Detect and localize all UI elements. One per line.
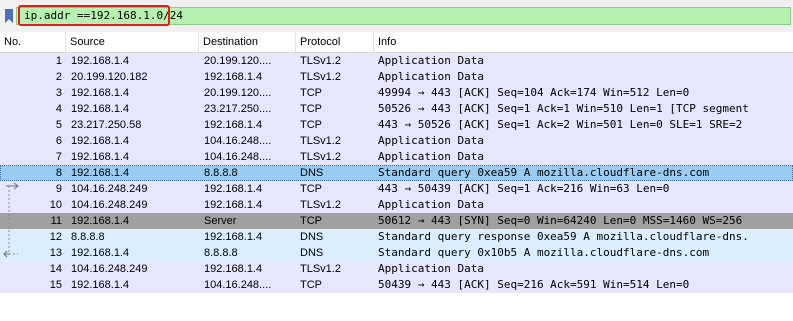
- packet-no: 7: [55, 151, 62, 163]
- packet-info: Standard query 0x10b5 A mozilla.cloudfla…: [378, 246, 710, 259]
- packet-destination: Server: [204, 215, 237, 227]
- packet-destination: 104.16.248....: [204, 279, 272, 291]
- packet-no: 6: [55, 135, 62, 147]
- packet-row[interactable]: 2 20.199.120.182 192.168.1.4 TLSv1.2 Applica…: [0, 69, 793, 85]
- packet-protocol: TLSv1.2: [300, 263, 341, 275]
- packet-destination: 192.168.1.4: [204, 119, 263, 131]
- packet-row[interactable]: 13 192.168.1.4 8.8.8.8 DNS Standard query 0x…: [0, 245, 793, 261]
- column-header-source[interactable]: Source: [66, 32, 199, 52]
- filter-highlight-box: [18, 5, 170, 26]
- packet-destination: 23.217.250....: [204, 103, 272, 115]
- packet-row[interactable]: 12 8.8.8.8 192.168.1.4 DNS Standard query re…: [0, 229, 793, 245]
- packet-destination: 192.168.1.4: [204, 231, 263, 243]
- packet-info: 443 → 50439 [ACK] Seq=1 Ack=216 Win=63 L…: [378, 182, 670, 195]
- packet-info: 50612 → 443 [SYN] Seq=0 Win=64240 Len=0 …: [378, 214, 743, 227]
- packet-protocol: TCP: [300, 87, 322, 99]
- packet-destination: 192.168.1.4: [204, 199, 263, 211]
- column-header-protocol[interactable]: Protocol: [296, 32, 374, 52]
- packet-source: 192.168.1.4: [71, 279, 130, 291]
- packet-protocol: DNS: [300, 247, 324, 259]
- packet-row[interactable]: 3 192.168.1.4 20.199.120.... TCP 49994 → 443…: [0, 85, 793, 101]
- packet-source: 192.168.1.4: [71, 103, 130, 115]
- packet-info: 50439 → 443 [ACK] Seq=216 Ack=591 Win=51…: [378, 278, 690, 291]
- column-header-destination[interactable]: Destination: [199, 32, 296, 52]
- packet-destination: 104.16.248....: [204, 151, 272, 163]
- packet-source: 8.8.8.8: [71, 231, 105, 243]
- packet-no: 5: [55, 119, 62, 131]
- packet-protocol: TCP: [300, 279, 322, 291]
- packet-info: Application Data: [378, 198, 484, 211]
- packet-source: 104.16.248.249: [71, 199, 148, 211]
- packet-info: 443 → 50526 [ACK] Seq=1 Ack=2 Win=501 Le…: [378, 118, 743, 131]
- packet-row[interactable]: 14 104.16.248.249 192.168.1.4 TLSv1.2 Applic…: [0, 261, 793, 277]
- packet-info: Application Data: [378, 262, 484, 275]
- packet-row[interactable]: 11 192.168.1.4 Server TCP 50612 → 443 [SYN] …: [0, 213, 793, 229]
- packet-row[interactable]: 5 23.217.250.58 192.168.1.4 TCP 443 → 50526 …: [0, 117, 793, 133]
- packet-row[interactable]: 9 104.16.248.249 192.168.1.4 TCP 443 → 50439…: [0, 181, 793, 197]
- packet-source: 192.168.1.4: [71, 215, 130, 227]
- packet-info: Application Data: [378, 70, 484, 83]
- packet-no: 15: [49, 279, 62, 291]
- packet-row[interactable]: 1 192.168.1.4 20.199.120.... TLSv1.2 Applica…: [0, 53, 793, 69]
- packet-destination: 8.8.8.8: [204, 247, 238, 259]
- bookmark-icon[interactable]: [5, 9, 13, 23]
- packet-destination: 20.199.120....: [204, 87, 272, 99]
- packet-info: 49994 → 443 [ACK] Seq=104 Ack=174 Win=51…: [378, 86, 690, 99]
- packet-no: 2: [55, 71, 62, 83]
- packet-row[interactable]: 15 192.168.1.4 104.16.248.... TCP 50439 → 44…: [0, 277, 793, 293]
- packet-protocol: TCP: [300, 215, 322, 227]
- packet-row[interactable]: 7 192.168.1.4 104.16.248.... TLSv1.2 Applica…: [0, 149, 793, 165]
- packet-source: 192.168.1.4: [71, 247, 130, 259]
- packet-row[interactable]: 4 192.168.1.4 23.217.250.... TCP 50526 → 443…: [0, 101, 793, 117]
- packet-destination: 192.168.1.4: [204, 71, 263, 83]
- packet-source: 104.16.248.249: [71, 183, 148, 195]
- packet-info: Application Data: [378, 54, 484, 67]
- packet-source: 23.217.250.58: [71, 119, 142, 131]
- packet-no: 3: [55, 87, 62, 99]
- packet-destination: 104.16.248....: [204, 135, 272, 147]
- packet-info: 50526 → 443 [ACK] Seq=1 Ack=1 Win=510 Le…: [378, 102, 749, 115]
- packet-info: Application Data: [378, 134, 484, 147]
- packet-protocol: TCP: [300, 183, 322, 195]
- packet-protocol: TLSv1.2: [300, 151, 341, 163]
- packet-protocol: TLSv1.2: [300, 55, 341, 67]
- packet-source: 20.199.120.182: [71, 71, 148, 83]
- packet-info: Standard query 0xea59 A mozilla.cloudfla…: [378, 166, 710, 179]
- packet-protocol: TLSv1.2: [300, 71, 341, 83]
- packet-protocol: TLSv1.2: [300, 199, 341, 211]
- packet-protocol: TCP: [300, 103, 322, 115]
- packet-no: 1: [55, 55, 62, 67]
- packet-row[interactable]: 10 104.16.248.249 192.168.1.4 TLSv1.2 Applic…: [0, 197, 793, 213]
- display-filter-toolbar: ip.addr ==192.168.1.0/24: [0, 0, 793, 33]
- packet-destination: 8.8.8.8: [204, 167, 238, 179]
- packet-source: 192.168.1.4: [71, 167, 130, 179]
- packet-protocol: TLSv1.2: [300, 135, 341, 147]
- packet-protocol: DNS: [300, 231, 324, 243]
- packet-destination: 192.168.1.4: [204, 263, 263, 275]
- packet-destination: 20.199.120....: [204, 55, 272, 67]
- packet-source: 192.168.1.4: [71, 87, 130, 99]
- packet-info: Standard query response 0xea59 A mozilla…: [378, 230, 749, 243]
- packet-protocol: DNS: [300, 167, 324, 179]
- packet-no: 4: [55, 103, 62, 115]
- packet-source: 192.168.1.4: [71, 135, 130, 147]
- packet-row[interactable]: 8 192.168.1.4 8.8.8.8 DNS Standard query 0xe…: [0, 165, 793, 181]
- column-header-info[interactable]: Info: [374, 32, 793, 52]
- column-header-no[interactable]: No.: [0, 32, 66, 52]
- packet-protocol: TCP: [300, 119, 322, 131]
- packet-list-header: No. Source Destination Protocol Info: [0, 32, 793, 53]
- packet-row[interactable]: 6 192.168.1.4 104.16.248.... TLSv1.2 Applica…: [0, 133, 793, 149]
- packet-info: Application Data: [378, 150, 484, 163]
- packet-source: 192.168.1.4: [71, 151, 130, 163]
- packet-source: 192.168.1.4: [71, 55, 130, 67]
- conversation-tree-icon: [3, 182, 19, 258]
- packet-source: 104.16.248.249: [71, 263, 148, 275]
- packet-destination: 192.168.1.4: [204, 183, 263, 195]
